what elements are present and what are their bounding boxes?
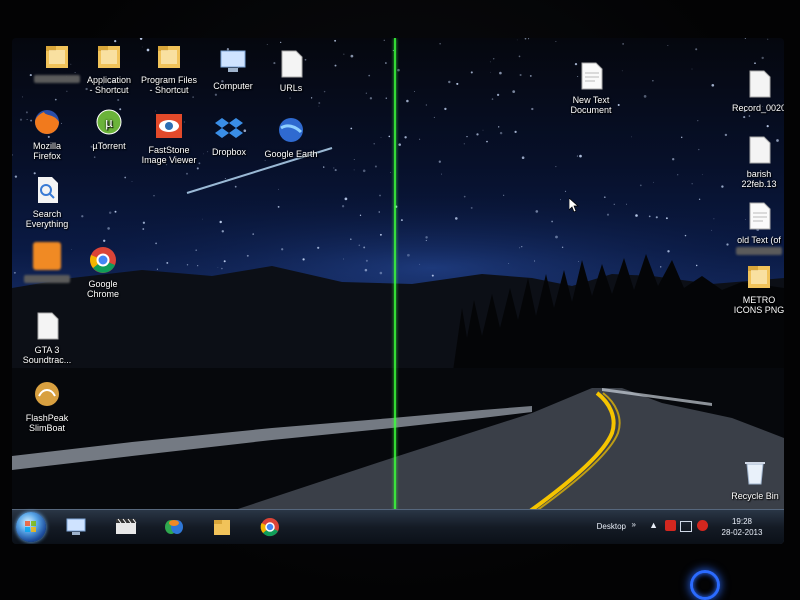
desktop-icon-old-text[interactable]: old Text (of [724, 200, 784, 255]
clock-date[interactable]: 28-02-2013 [716, 528, 768, 537]
redacted-label [24, 275, 70, 283]
icon-label: Google Earth [264, 149, 318, 159]
icon-label: METRO [742, 295, 776, 305]
icon-label-line2: Document [570, 105, 612, 115]
folder-icon [41, 40, 73, 72]
chrome-icon [87, 244, 119, 276]
taskbar-computer-button[interactable] [64, 516, 88, 538]
icon-label: GTA 3 [34, 345, 60, 355]
desktop-toolbar-label[interactable]: Desktop [597, 522, 626, 531]
search-everything-icon [31, 174, 63, 206]
icon-label: barish [746, 169, 772, 179]
dropbox-icon [213, 112, 245, 144]
icon-label: Record_0020 [731, 103, 784, 113]
desktop-icon-recycle-bin[interactable]: Recycle Bin [720, 456, 784, 501]
tray-expand-icon[interactable]: ▲ [649, 520, 658, 530]
start-button[interactable] [16, 512, 46, 542]
clock-time[interactable]: 19:28 [716, 517, 768, 526]
desktop-icon-metro-icons[interactable]: METRO ICONS PNG [724, 260, 784, 315]
text-document-icon [575, 60, 607, 92]
computer-icon [66, 518, 86, 535]
firefox-icon [31, 106, 63, 138]
icon-label-line2: Everything [25, 219, 69, 229]
desktop-icon-urls[interactable]: URLs [256, 48, 326, 93]
folder-icon [153, 40, 185, 72]
icon-label: Mozilla [32, 141, 61, 151]
power-led [690, 570, 720, 600]
desktop-icon-google-chrome[interactable]: Google Chrome [68, 244, 138, 299]
document-icon [743, 68, 775, 100]
document-icon [31, 310, 63, 342]
icon-label-line2: Soundtrac... [22, 355, 72, 365]
taskbar-media-button[interactable] [114, 516, 138, 538]
document-icon [743, 134, 775, 166]
document-icon [275, 48, 307, 80]
desktop-icon-google-earth[interactable]: Google Earth [256, 114, 326, 159]
desktop-screen[interactable]: Application - Shortcut Program Files - Shor… [12, 38, 784, 544]
taskbar-explorer-button[interactable] [210, 516, 234, 538]
icon-label-line2: 22feb.13 [741, 179, 777, 189]
desktop-icon-search-everything[interactable]: Search Everything [12, 174, 82, 229]
icon-label-line2: SlimBoat [28, 423, 65, 433]
messenger-icon [165, 520, 183, 534]
windows-logo-icon [25, 521, 36, 532]
google-earth-icon [275, 114, 307, 146]
desktop-icon-record[interactable]: Record_0020 [724, 68, 784, 113]
text-document-icon [743, 200, 775, 232]
desktop-icon-mozilla-firefox[interactable]: Mozilla Firefox [12, 106, 82, 161]
redacted-label [736, 247, 782, 255]
icon-label-line2: Firefox [33, 151, 61, 161]
taskbar-chrome-button[interactable] [258, 516, 282, 538]
desktop-toolbar-chevron-icon[interactable]: » [632, 520, 636, 529]
desktop-icon-new-text-document[interactable]: New Text Document [556, 60, 626, 115]
orange-app-icon [31, 240, 63, 272]
faststone-eye-icon [153, 110, 185, 142]
icon-label: FlashPeak [25, 413, 69, 423]
icon-label: Program Files [140, 75, 197, 85]
folder-icon [93, 40, 125, 72]
desktop-icon-barish[interactable]: barish 22feb.13 [724, 134, 784, 189]
icon-label: Google [88, 279, 118, 289]
icon-label: Search [32, 209, 62, 219]
folder-icon [743, 260, 775, 292]
desktop-icon-program-files-shortcut[interactable]: Program Files - Shortcut [134, 40, 204, 95]
network-tray-icon[interactable] [680, 521, 692, 532]
recycle-bin-icon [739, 456, 771, 488]
icon-label: Recycle Bin [731, 491, 779, 501]
computer-icon [217, 46, 249, 78]
icon-label: New Text [572, 95, 610, 105]
display-glitch-line [394, 38, 396, 544]
antivirus-tray-icon[interactable] [665, 520, 676, 531]
chrome-icon [260, 518, 279, 537]
desktop-icon-dropbox[interactable]: Dropbox [194, 112, 264, 157]
icon-label-line2: - Shortcut [149, 85, 189, 95]
icon-label-line2: Chrome [86, 289, 119, 299]
taskbar: Desktop » ▲ 19:28 28-02-2013 [12, 509, 784, 544]
icon-label: URLs [279, 83, 303, 93]
warning-tray-icon[interactable] [697, 520, 708, 531]
desktop-icon-flashpeak[interactable]: FlashPeak SlimBoat [12, 378, 82, 433]
svg-text:µ: µ [105, 115, 113, 130]
icon-label: old Text (of [737, 235, 781, 245]
slimboat-icon [31, 378, 63, 410]
folder-icon [214, 520, 230, 535]
icon-label: Dropbox [211, 147, 247, 157]
film-icon [116, 518, 137, 534]
icon-label-line2: ICONS PNG [733, 305, 784, 315]
taskbar-messenger-button[interactable] [162, 516, 186, 538]
desktop-icon-gta3[interactable]: GTA 3 Soundtrac... [12, 310, 82, 365]
mouse-cursor-icon [569, 198, 579, 212]
utorrent-icon: µ [93, 106, 125, 138]
